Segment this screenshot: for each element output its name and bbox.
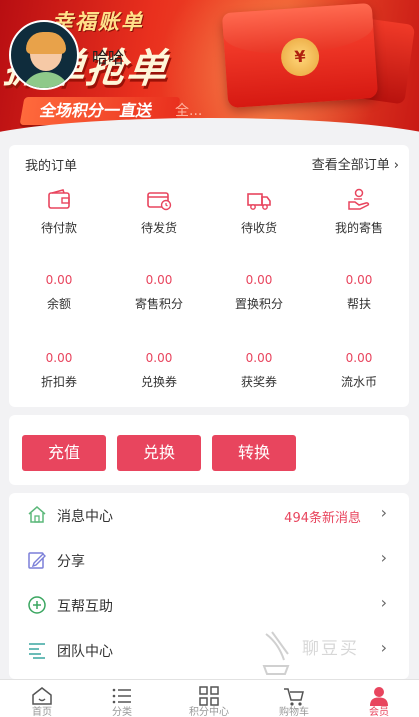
menu-list-icon: [112, 688, 131, 704]
stat-flow-coin[interactable]: 0.00 流水币: [309, 351, 409, 390]
tab-label: 购物车: [279, 707, 309, 717]
watermark-text: 聊豆买: [302, 639, 359, 659]
chevron-right-icon: ›: [380, 548, 387, 567]
stat-value: 0.00: [45, 273, 73, 287]
status-label: 待发货: [140, 221, 177, 235]
status-pending-payment[interactable]: 待付款: [9, 187, 109, 236]
orders-title: 我的订单: [25, 159, 78, 174]
stat-value: 0.00: [345, 273, 373, 287]
stat-value: 0.00: [45, 351, 73, 365]
exchange-button[interactable]: 兑换: [117, 435, 201, 471]
stat-value: 0.00: [145, 273, 173, 287]
menu-label: 团队中心: [57, 644, 113, 660]
chevron-right-icon: ›: [380, 503, 387, 522]
truck-icon: [247, 193, 271, 210]
view-all-orders-label: 查看全部订单: [311, 158, 390, 173]
wallet-icon: [48, 189, 70, 209]
stat-swap-points[interactable]: 0.00 置换积分: [209, 273, 309, 312]
status-pending-receipt[interactable]: 待收货: [209, 187, 309, 236]
status-label: 待付款: [40, 221, 77, 235]
tab-member[interactable]: 会员: [337, 680, 419, 717]
list-icon: [29, 643, 45, 659]
menu-item-share[interactable]: 分享 ›: [9, 538, 409, 582]
view-all-orders-link[interactable]: 查看全部订单 ›: [312, 154, 399, 173]
chevron-right-icon: ›: [393, 158, 399, 173]
stat-value: 0.00: [245, 273, 273, 287]
status-pending-shipment[interactable]: 待发货: [109, 187, 209, 236]
convert-button[interactable]: 转换: [212, 435, 296, 471]
menu-label: 分享: [57, 554, 85, 570]
grid-icon: [199, 686, 219, 706]
watermark-logo-icon: [262, 631, 290, 675]
recharge-button[interactable]: 充值: [22, 435, 106, 471]
stat-label: 寄售积分: [134, 297, 183, 311]
cart-icon: [284, 688, 304, 706]
watermark: 聊豆买: [258, 630, 408, 680]
stat-label: 获奖券: [240, 375, 277, 389]
new-messages-count: 494条新消息: [284, 511, 361, 526]
stat-label: 置换积分: [234, 297, 283, 311]
stat-exchange-coupon[interactable]: 0.00 兑换券: [109, 351, 209, 390]
tab-cart[interactable]: 购物车: [252, 680, 336, 717]
shipping-box-icon: [147, 192, 172, 211]
stat-value: 0.00: [145, 351, 173, 365]
consign-hand-icon: [348, 188, 370, 210]
stat-label: 帮扶: [346, 297, 371, 311]
stat-support[interactable]: 0.00 帮扶: [309, 273, 409, 312]
status-label: 我的寄售: [334, 221, 383, 235]
avatar[interactable]: [9, 20, 79, 90]
bottom-tab-bar: 首页 分类 积分中心 购物车 会员: [0, 679, 419, 717]
stat-value: 0.00: [345, 351, 373, 365]
tab-label: 首页: [32, 707, 52, 717]
avatar-hair: [26, 32, 66, 54]
tab-label: 会员: [369, 707, 389, 717]
menu-item-mutual-help[interactable]: 互帮互助 ›: [9, 583, 409, 627]
menu-label: 互帮互助: [57, 599, 113, 615]
stat-balance[interactable]: 0.00 余额: [9, 273, 109, 312]
stat-consign-points[interactable]: 0.00 寄售积分: [109, 273, 209, 312]
username: 哈哈: [92, 48, 125, 67]
banner-slogan-extra: 全...: [175, 103, 203, 119]
stat-label: 余额: [46, 297, 71, 311]
tab-home[interactable]: 首页: [0, 680, 84, 717]
status-label: 待收货: [240, 221, 277, 235]
stat-label: 兑换券: [140, 375, 177, 389]
stat-discount-coupon[interactable]: 0.00 折扣券: [9, 351, 109, 390]
plus-circle-icon: [28, 596, 46, 614]
red-envelope: ¥: [221, 2, 379, 109]
home-tab-icon: [32, 687, 52, 705]
edit-icon: [28, 552, 46, 569]
stat-prize-coupon[interactable]: 0.00 获奖券: [209, 351, 309, 390]
menu-item-messages[interactable]: 消息中心 494条新消息 ›: [9, 493, 409, 537]
tab-points-center[interactable]: 积分中心: [167, 680, 251, 717]
tab-category[interactable]: 分类: [80, 680, 164, 717]
avatar-body: [21, 72, 71, 88]
tab-label: 积分中心: [189, 707, 229, 717]
chevron-right-icon: ›: [380, 593, 387, 612]
menu-label: 消息中心: [57, 509, 113, 525]
stat-label: 折扣券: [40, 375, 77, 389]
user-icon: [370, 687, 388, 706]
stat-label: 流水币: [340, 375, 377, 389]
stat-value: 0.00: [245, 351, 273, 365]
status-my-consignment[interactable]: 我的寄售: [309, 187, 409, 236]
actions-card: 充值 兑换 转换: [9, 415, 409, 485]
orders-card: 我的订单 查看全部订单 › 待付款 待发货 待收货 我的寄售 0.00 余额 0.…: [9, 145, 409, 407]
home-icon: [28, 506, 46, 523]
tab-label: 分类: [112, 707, 132, 717]
